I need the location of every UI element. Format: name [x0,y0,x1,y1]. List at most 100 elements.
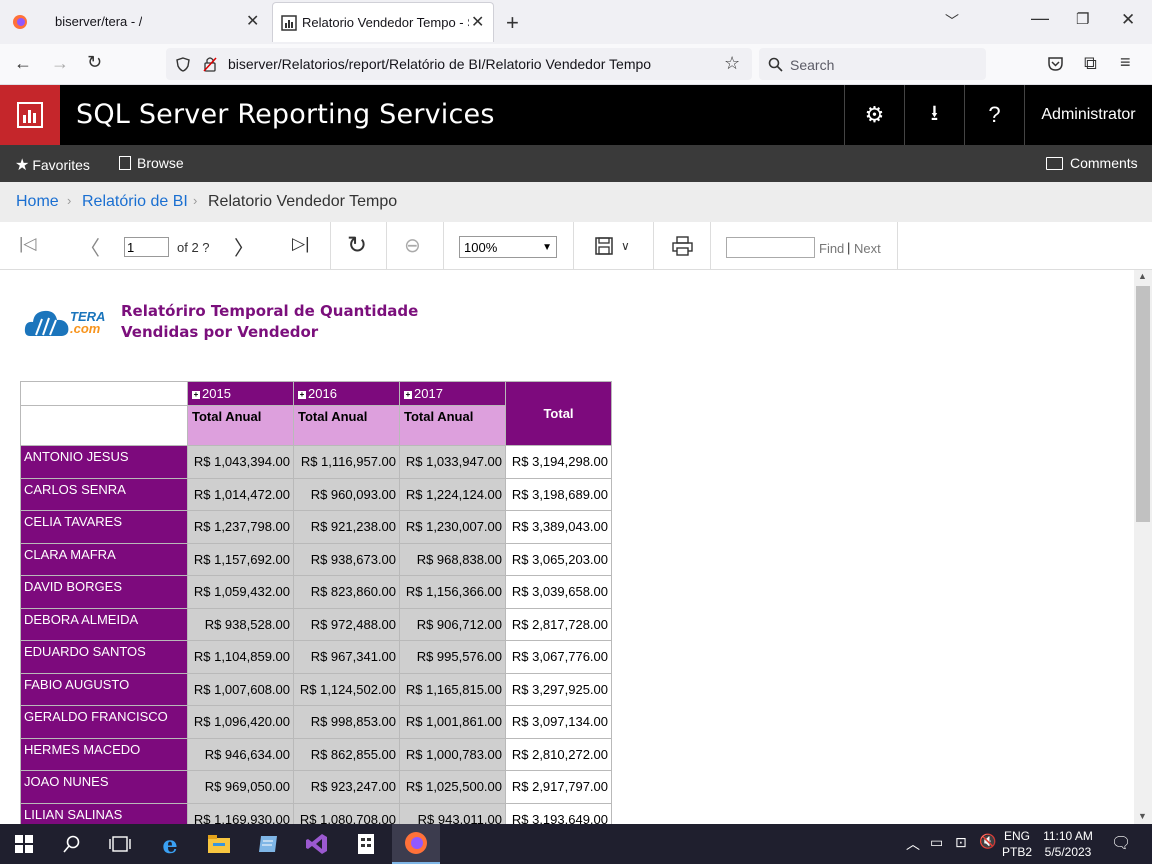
scrollbar-thumb[interactable] [1136,286,1150,522]
next-page-icon[interactable]: 〉 [234,232,254,261]
previous-page-icon[interactable]: 〈 [80,232,100,261]
volume-muted-icon[interactable]: 🔇 [979,833,996,850]
annual-value-cell: R$ 823,860.00 [293,575,400,609]
total-anual-header: Total Anual [187,405,294,446]
favorites-button[interactable]: ★ Favorites [15,155,90,175]
zoom-select[interactable]: 100% ▼ [459,236,557,258]
expand-icon[interactable]: + [298,391,306,399]
reload-icon[interactable]: ↻ [87,52,102,73]
clock[interactable]: 11:10 AM 5/5/2023 [1040,828,1096,860]
row-total-cell: R$ 3,198,689.00 [505,477,612,511]
vendor-name-cell: DAVID BORGES [20,575,188,609]
breadcrumb-folder[interactable]: Relatório de BI [82,193,188,211]
row-total-cell: R$ 3,097,134.00 [505,705,612,739]
save-export-icon[interactable] [595,237,613,255]
battery-icon[interactable]: ▭ [930,834,943,851]
ssrs-logo[interactable] [0,85,60,145]
find-button[interactable]: Find [819,241,844,256]
report-builder-icon[interactable] [342,824,390,864]
year-header-2017[interactable]: +2017 [399,381,506,406]
star-bookmark-icon[interactable]: ☆ [724,53,740,74]
window-close-icon[interactable]: ✕ [1121,10,1135,30]
shield-icon[interactable] [176,57,190,72]
clock-date: 5/5/2023 [1044,845,1092,859]
comments-button[interactable]: Comments [1046,155,1138,171]
last-page-icon[interactable]: ▷| [292,234,310,254]
year-header-2016[interactable]: +2016 [293,381,400,406]
forward-arrow-icon[interactable]: → [51,53,69,74]
help-icon[interactable]: ? [964,85,1024,145]
pocket-icon[interactable] [1047,56,1064,72]
edge-icon[interactable]: e [146,824,194,864]
file-explorer-icon[interactable] [195,824,243,864]
language-indicator[interactable]: ENG PTB2 [1002,828,1032,860]
chevron-down-icon[interactable]: ∨ [621,239,630,253]
page-number-input[interactable] [124,237,169,257]
url-bar[interactable]: biserver/Relatorios/report/Relatório de … [166,48,752,80]
tab-biserver[interactable]: biserver/tera - / ✕ [0,0,272,44]
refresh-icon[interactable]: ↻ [347,231,367,260]
breadcrumb-chevron-icon: › [193,193,198,208]
search-input[interactable]: Search [759,48,986,80]
settings-gear-icon[interactable]: ⚙ [844,85,904,145]
next-button[interactable]: Next [854,241,881,256]
star-icon: ★ [15,157,30,174]
scroll-down-icon[interactable]: ▼ [1138,811,1147,821]
toolbar-divider [330,222,331,269]
notification-icon[interactable]: 🗨 [1111,833,1131,853]
network-icon[interactable]: ⊡ [955,834,967,851]
row-total-cell: R$ 2,917,797.00 [505,770,612,804]
row-total-cell: R$ 3,039,658.00 [505,575,612,609]
restore-icon[interactable]: ❐ [1076,10,1089,28]
year-header-2015[interactable]: +2015 [187,381,294,406]
task-view-icon[interactable] [96,824,144,864]
close-tab-icon[interactable]: ✕ [471,12,484,32]
browser-tab-bar: biserver/tera - / ✕ Relatorio Vendedor T… [0,0,1152,44]
annual-value-cell: R$ 1,043,394.00 [187,445,294,479]
breadcrumb-chevron-icon: › [67,193,72,208]
comments-label: Comments [1070,155,1138,171]
insecure-lock-icon[interactable] [203,56,217,72]
scroll-up-icon[interactable]: ▲ [1138,271,1147,281]
menu-icon[interactable]: ≡ [1120,52,1131,73]
report-icon [281,15,297,31]
firefox-taskbar-icon[interactable] [392,824,440,864]
table-row: GERALDO FRANCISCO R$ 1,096,420.00 R$ 998,8… [20,705,612,739]
report-title-line2: Vendidas por Vendedor [121,323,319,341]
url-text: biserver/Relatorios/report/Relatório de … [228,56,652,72]
vertical-scrollbar[interactable]: ▲ ▼ [1134,270,1152,824]
browse-button[interactable]: Browse [119,155,184,171]
notepad-icon[interactable] [244,824,292,864]
zoom-value: 100% [464,240,498,255]
breadcrumb-home[interactable]: Home [16,193,59,211]
show-hidden-icons-chevron[interactable]: ︿ [906,834,920,854]
extensions-icon[interactable]: ⧉ [1084,53,1097,74]
expand-icon[interactable]: + [404,391,412,399]
first-page-icon[interactable]: |◁ [19,234,37,254]
back-arrow-icon[interactable]: ← [14,53,32,74]
tab-relatorio[interactable]: Relatorio Vendedor Tempo - SQL ✕ [272,2,494,42]
row-total-cell: R$ 3,065,203.00 [505,542,612,576]
chevron-down-icon[interactable]: ﹀ [945,11,959,31]
vendor-name-cell: CARLOS SENRA [20,477,188,511]
new-tab-icon[interactable]: + [506,10,519,36]
year-header-row: +2015 +2016 +2017 Total [20,381,612,446]
user-menu[interactable]: Administrator [1024,85,1152,145]
back-to-parent-icon[interactable]: ⊖ [404,233,421,258]
print-icon[interactable] [672,236,693,256]
visual-studio-icon[interactable] [293,824,341,864]
search-icon [768,57,783,72]
vendor-name-cell: LILIAN SALINAS [20,802,188,824]
search-icon[interactable] [48,824,96,864]
close-tab-icon[interactable]: ✕ [246,11,259,31]
annual-value-cell: R$ 1,000,783.00 [399,737,506,771]
find-input[interactable] [726,237,815,258]
minimize-icon[interactable]: — [1031,8,1049,29]
browser-nav-bar: ← → ↻ biserver/Relatorios/report/Relatór… [0,44,1152,85]
download-icon[interactable]: ⭳ [904,85,964,145]
windows-start-icon[interactable] [0,824,48,864]
expand-icon[interactable]: + [192,391,200,399]
year-label: 2015 [202,386,231,401]
language-secondary: PTB2 [1002,845,1033,859]
annual-value-cell: R$ 1,224,124.00 [399,477,506,511]
